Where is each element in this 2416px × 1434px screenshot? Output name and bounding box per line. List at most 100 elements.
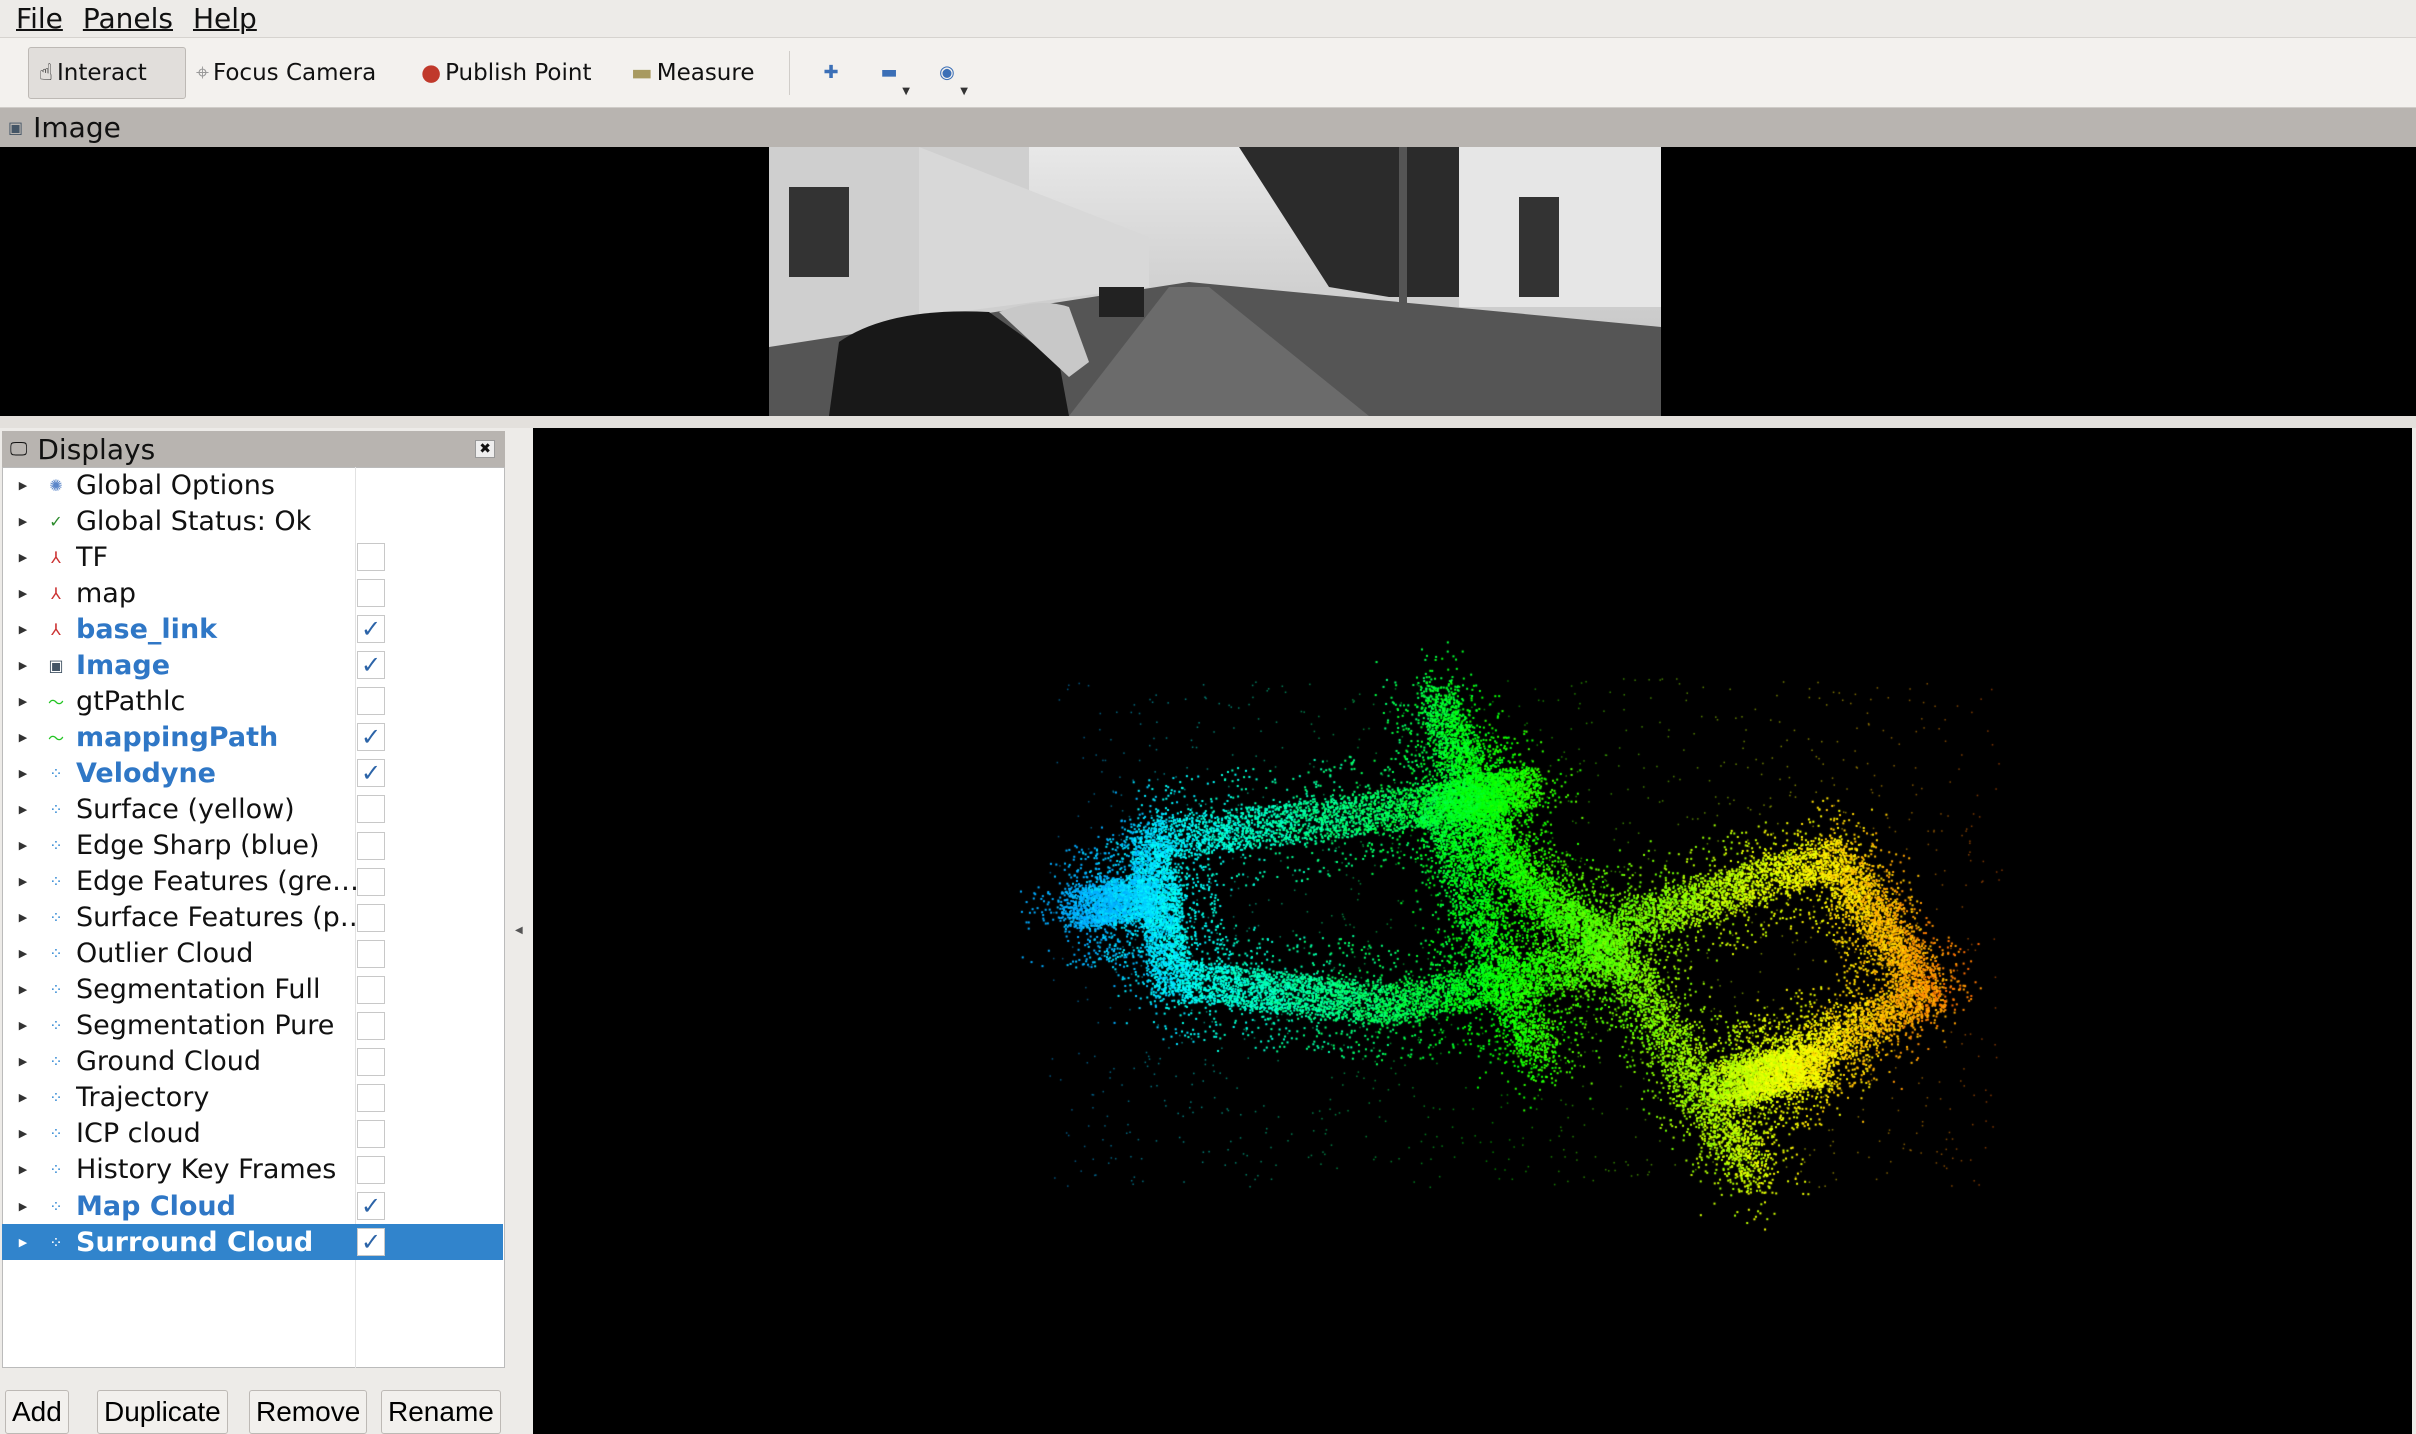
display-item[interactable]: ▶ ✺ Global Options — [2, 467, 503, 503]
expand-arrow-icon[interactable]: ▶ — [2, 515, 44, 528]
enable-checkbox[interactable] — [357, 579, 385, 608]
display-item[interactable]: ▶ ⁘ Edge Features (gre… — [2, 864, 503, 900]
expand-arrow-icon[interactable]: ▶ — [2, 839, 44, 852]
expand-arrow-icon[interactable]: ▶ — [2, 767, 44, 780]
enable-checkbox[interactable] — [357, 939, 385, 968]
expand-arrow-icon[interactable]: ▶ — [2, 1200, 44, 1213]
enable-checkbox[interactable]: ✓ — [357, 759, 385, 788]
focus-camera-tool[interactable]: ⌖ Focus Camera — [186, 47, 411, 99]
display-item[interactable]: ▶ ⁘ Velodyne — [2, 755, 503, 791]
display-item[interactable]: ▶ ⁘ History Key Frames — [2, 1152, 503, 1188]
enable-checkbox[interactable]: ✓ — [357, 723, 385, 752]
enable-checkbox[interactable] — [357, 1155, 385, 1184]
expand-arrow-icon[interactable]: ▶ — [2, 947, 44, 960]
publish-point-tool[interactable]: ● Publish Point — [411, 47, 621, 99]
enable-checkbox[interactable] — [357, 1011, 385, 1040]
expand-arrow-icon[interactable]: ▶ — [2, 1091, 44, 1104]
display-item[interactable]: ▶ ⅄ TF — [2, 539, 503, 575]
display-item[interactable]: ▶ ⁘ Ground Cloud — [2, 1044, 503, 1080]
display-item[interactable]: ▶ ⁘ Surface (yellow) — [2, 791, 503, 827]
expand-arrow-icon[interactable]: ▶ — [2, 587, 44, 600]
enable-checkbox[interactable]: ✓ — [357, 615, 385, 644]
enable-checkbox[interactable]: ✓ — [357, 1192, 385, 1220]
expand-arrow-icon[interactable]: ▶ — [2, 695, 44, 708]
display-item-label: TF — [76, 541, 109, 573]
menu-help[interactable]: Help — [193, 2, 257, 35]
close-icon[interactable]: ✖ — [475, 440, 495, 458]
enable-checkbox[interactable] — [357, 687, 385, 716]
expand-arrow-icon[interactable]: ▶ — [2, 1019, 44, 1032]
enable-checkbox[interactable] — [357, 1119, 385, 1148]
display-item[interactable]: ▶ 〜 gtPathlc — [2, 683, 503, 719]
display-item-label: Surface (yellow) — [76, 793, 295, 825]
enable-checkbox[interactable] — [357, 1047, 385, 1076]
enable-checkbox[interactable] — [357, 975, 385, 1004]
expand-arrow-icon[interactable]: ▶ — [2, 659, 44, 672]
expand-arrow-icon[interactable]: ▶ — [2, 803, 44, 816]
enable-checkbox[interactable] — [357, 1083, 385, 1112]
rename-button[interactable]: Rename — [381, 1390, 501, 1434]
display-item[interactable]: ▶ ▣ Image — [2, 647, 503, 683]
interact-tool[interactable]: ☝ Interact — [28, 46, 186, 99]
display-item[interactable]: ▶ ⁘ Segmentation Full — [2, 972, 503, 1008]
display-item[interactable]: ▶ ⁘ Outlier Cloud — [2, 936, 503, 972]
enable-checkbox[interactable] — [357, 795, 385, 824]
expand-arrow-icon[interactable]: ▶ — [2, 1055, 44, 1068]
expand-arrow-icon[interactable]: ▶ — [2, 479, 44, 492]
enable-checkbox[interactable] — [357, 867, 385, 896]
enable-checkbox[interactable] — [357, 543, 385, 572]
crosshair-icon: ⌖ — [196, 59, 209, 86]
enable-checkbox[interactable]: ✓ — [357, 651, 385, 680]
enable-checkbox[interactable]: ✓ — [357, 1228, 385, 1257]
eye-icon: ◉ — [939, 62, 955, 83]
display-item-label: Surface Features (p… — [76, 902, 361, 934]
display-item-label: mappingPath — [76, 721, 279, 753]
remove-button[interactable]: Remove — [249, 1390, 368, 1434]
expand-arrow-icon[interactable]: ▶ — [2, 983, 44, 996]
expand-arrow-icon[interactable]: ▶ — [2, 1163, 44, 1176]
add-button[interactable]: Add — [5, 1390, 69, 1434]
measure-tool[interactable]: ▬ Measure — [621, 47, 771, 99]
display-item-label: map — [76, 577, 136, 609]
toolbar-divider — [789, 50, 790, 95]
display-item-label: Surround Cloud — [76, 1226, 314, 1258]
splitter[interactable] — [0, 416, 2416, 428]
image-icon: ▣ — [48, 655, 64, 675]
display-item[interactable]: ▶ ⁘ ICP cloud — [2, 1116, 503, 1152]
expand-arrow-icon[interactable]: ▶ — [2, 551, 44, 564]
display-item[interactable]: ▶ ⁘ Trajectory — [2, 1080, 503, 1116]
menu-file[interactable]: File — [16, 2, 63, 35]
enable-checkbox[interactable] — [357, 903, 385, 932]
display-item-label: Outlier Cloud — [76, 938, 254, 970]
display-item[interactable]: ▶ ⁘ Map Cloud — [2, 1188, 503, 1224]
pointcloud-icon: ⁘ — [49, 763, 63, 783]
display-item[interactable]: ▶ ⅄ base_link — [2, 611, 503, 647]
collapse-handle[interactable]: ◀ — [515, 925, 523, 936]
camera-type-button[interactable]: ◉ ▼ — [924, 62, 970, 97]
minus-icon: ▬ — [880, 62, 898, 83]
display-item[interactable]: ▶ ⁘ Edge Sharp (blue) — [2, 828, 503, 864]
expand-arrow-icon[interactable]: ▶ — [2, 875, 44, 888]
3d-view-point-cloud[interactable] — [533, 428, 2412, 1434]
toolbar: ☝ Interact ⌖ Focus Camera ● Publish Point ▬… — [0, 37, 2416, 108]
expand-arrow-icon[interactable]: ▶ — [2, 623, 44, 636]
pointcloud-icon: ⁘ — [49, 944, 63, 964]
menu-panels[interactable]: Panels — [83, 2, 173, 35]
display-item-label: Ground Cloud — [76, 1046, 262, 1078]
enable-checkbox[interactable] — [357, 831, 385, 860]
add-tool-button[interactable]: ✚ — [808, 62, 854, 83]
expand-arrow-icon[interactable]: ▶ — [2, 731, 44, 744]
expand-arrow-icon[interactable]: ▶ — [2, 1236, 44, 1249]
display-item[interactable]: ▶ ⁘ Surround Cloud — [2, 1224, 503, 1261]
display-item[interactable]: ▶ ⅄ map — [2, 575, 503, 611]
remove-tool-button[interactable]: ▬ ▼ — [866, 62, 912, 97]
display-item[interactable]: ▶ ⁘ Segmentation Pure — [2, 1008, 503, 1044]
display-item[interactable]: ▶ 〜 mappingPath — [2, 719, 503, 755]
expand-arrow-icon[interactable]: ▶ — [2, 1127, 44, 1140]
pointcloud-icon: ⁘ — [49, 799, 63, 819]
display-item[interactable]: ▶ ⁘ Surface Features (p… — [2, 900, 503, 936]
axes-icon: ⅄ — [51, 619, 61, 639]
display-item[interactable]: ▶ ✓ Global Status: Ok — [2, 503, 503, 539]
duplicate-button[interactable]: Duplicate — [97, 1390, 228, 1434]
expand-arrow-icon[interactable]: ▶ — [2, 911, 44, 924]
